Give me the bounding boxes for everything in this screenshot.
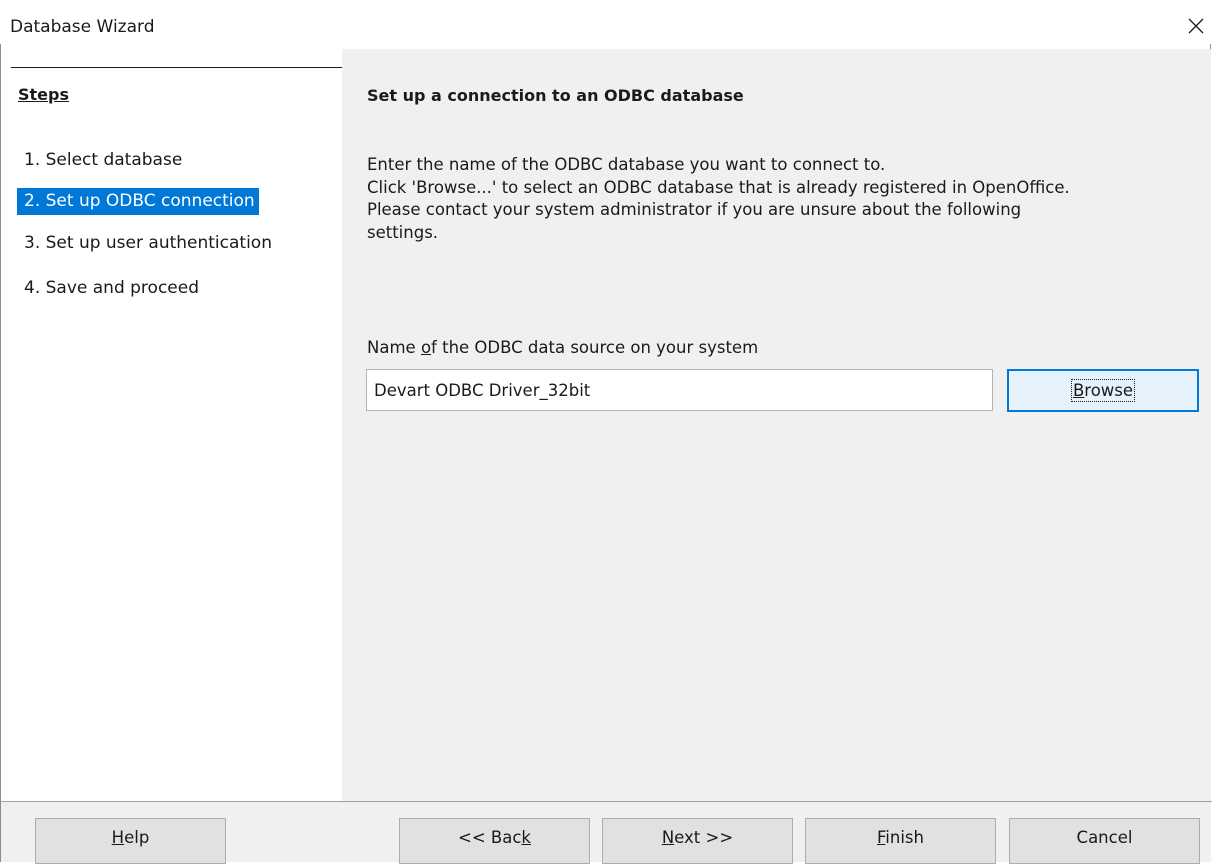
label-text: f the ODBC data source on your system — [431, 338, 759, 357]
back-button[interactable]: << Back — [399, 818, 590, 864]
steps-divider — [11, 67, 343, 68]
window-title: Database Wizard — [10, 17, 155, 37]
cancel-button[interactable]: Cancel — [1009, 818, 1200, 864]
description-line: Enter the name of the ODBC database you … — [367, 155, 886, 174]
title-bar[interactable]: Database Wizard — [0, 0, 1212, 44]
close-icon — [1188, 18, 1204, 34]
page-title: Set up a connection to an ODBC database — [367, 86, 744, 105]
button-mnemonic: N — [661, 827, 675, 847]
description-text: Enter the name of the ODBC database you … — [367, 154, 1207, 244]
help-button[interactable]: Help — [35, 818, 226, 864]
odbc-data-source-input[interactable] — [366, 369, 993, 411]
content-panel: Set up a connection to an ODBC database … — [342, 49, 1211, 801]
dsn-field-label: Name of the ODBC data source on your sys… — [367, 337, 758, 359]
label-mnemonic: o — [420, 338, 432, 357]
close-button[interactable] — [1176, 12, 1212, 44]
description-line: settings. — [367, 222, 439, 242]
button-mnemonic: B — [1072, 381, 1085, 400]
steps-title: Steps — [18, 85, 69, 104]
step-setup-user-authentication[interactable]: 3. Set up user authentication — [17, 230, 276, 257]
step-select-database[interactable]: 1. Select database — [17, 147, 186, 174]
button-label: ext >> — [674, 827, 734, 847]
description-line: Please contact your system administrator… — [367, 200, 1022, 219]
button-mnemonic: H — [111, 827, 125, 847]
button-mnemonic: k — [521, 827, 531, 847]
button-label: rowse — [1084, 381, 1134, 400]
focus-indicator: Browse — [1070, 379, 1136, 402]
steps-panel: Steps 1. Select database 2. Set up ODBC … — [1, 44, 343, 801]
button-label: elp — [124, 827, 150, 847]
button-label: << Bac — [458, 827, 522, 847]
button-bar: Help << Back Next >> Finish Cancel — [1, 802, 1211, 864]
finish-button[interactable]: Finish — [805, 818, 996, 864]
label-text: Name — [367, 338, 421, 357]
browse-button[interactable]: Browse — [1007, 369, 1199, 412]
step-save-and-proceed[interactable]: 4. Save and proceed — [17, 275, 203, 302]
button-label: inish — [885, 827, 924, 847]
step-setup-odbc-connection[interactable]: 2. Set up ODBC connection — [17, 188, 259, 215]
next-button[interactable]: Next >> — [602, 818, 793, 864]
description-line: Click 'Browse...' to select an ODBC data… — [367, 177, 1070, 197]
